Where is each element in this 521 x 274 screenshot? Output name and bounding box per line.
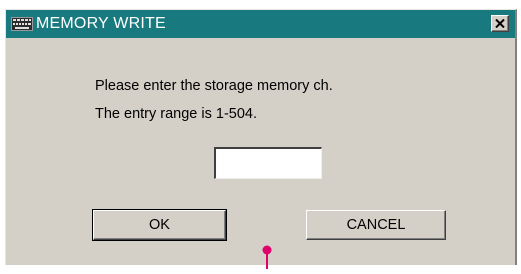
range-text: The entry range is 1-504. [95,106,258,122]
keyboard-icon [11,17,33,31]
cancel-button[interactable]: CANCEL [306,210,446,240]
title-bar[interactable]: MEMORY WRITE [6,10,515,38]
memory-channel-input[interactable] [214,147,322,179]
window-title: MEMORY WRITE [36,15,166,32]
callout-pointer-icon [260,244,274,269]
close-button[interactable] [491,15,509,32]
instruction-text: Please enter the storage memory ch. [95,78,333,94]
memory-write-dialog: MEMORY WRITE Please enter the storage me… [5,9,517,265]
ok-button[interactable]: OK [92,209,227,241]
